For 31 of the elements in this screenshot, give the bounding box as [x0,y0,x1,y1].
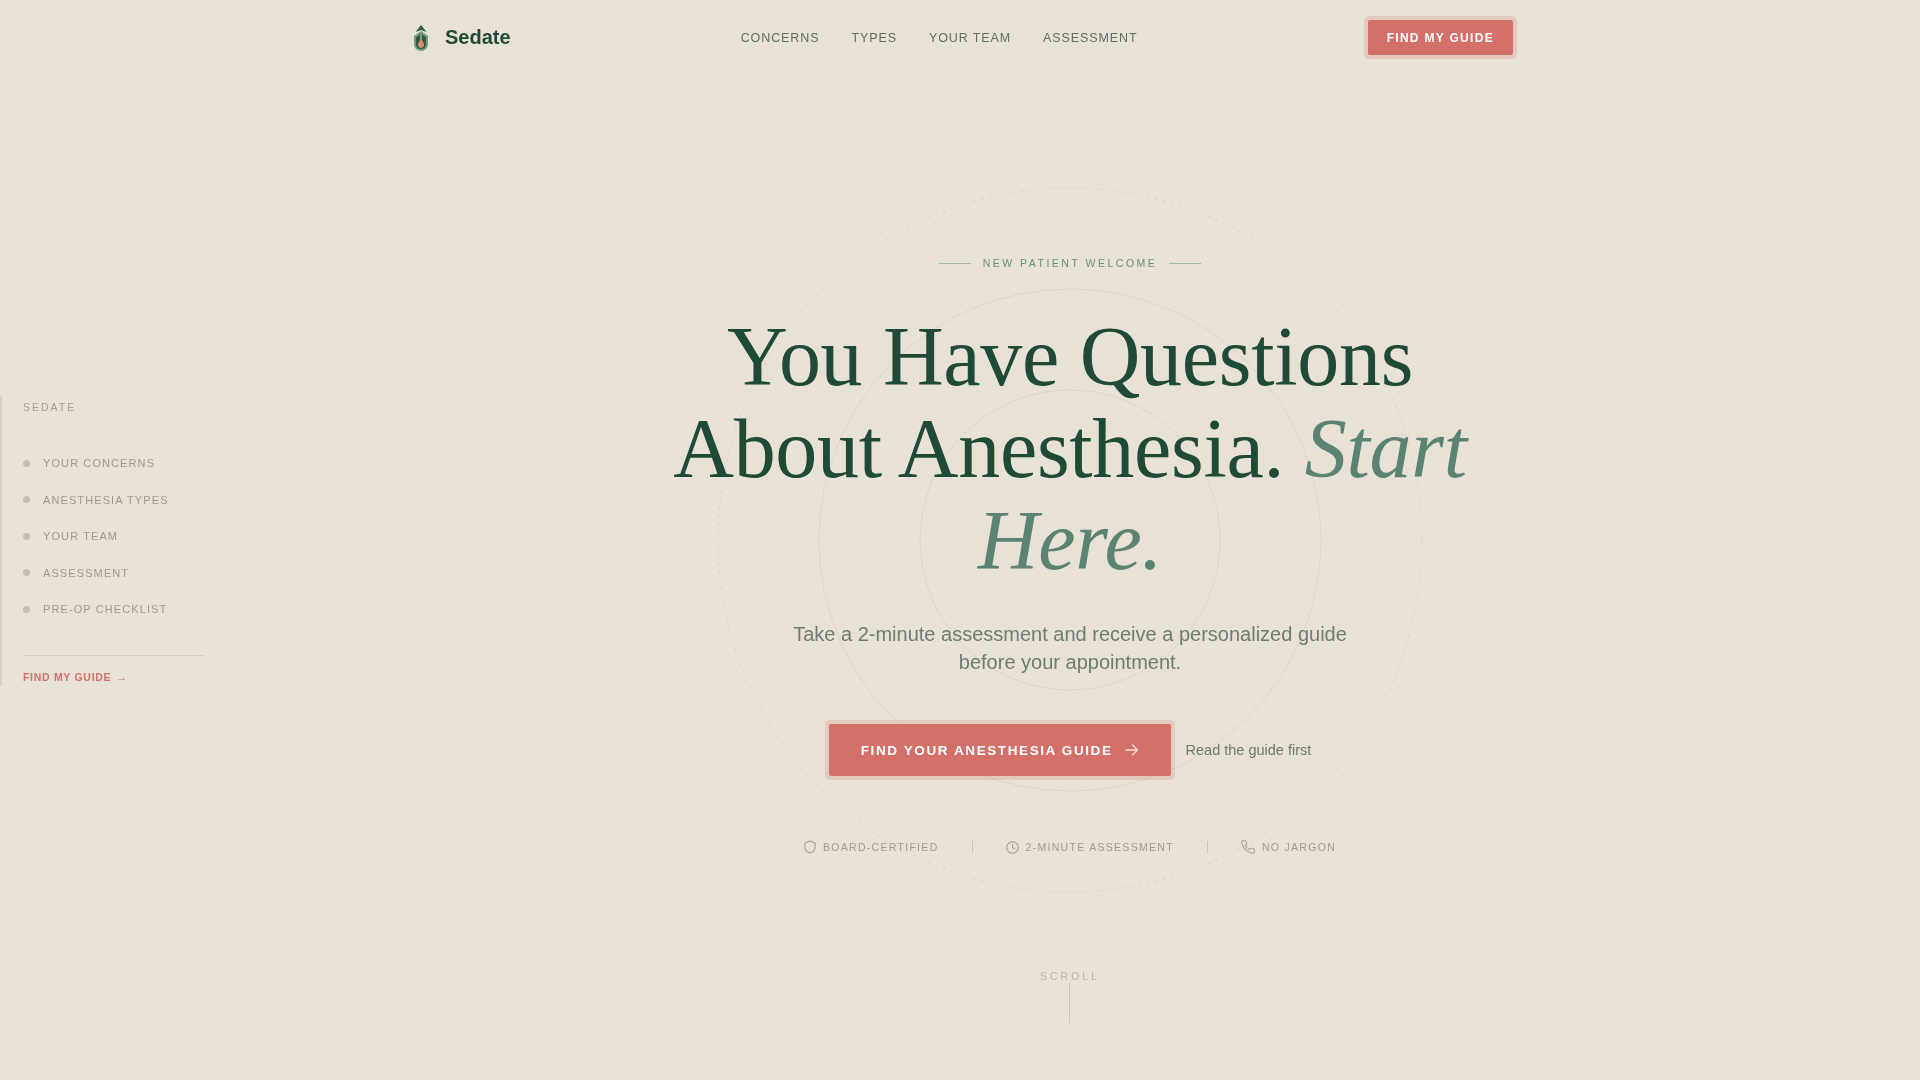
bullet-dot-icon [23,569,30,577]
clock-icon [1005,840,1019,854]
sidebar-item[interactable]: PRE-OP CHECKLIST [23,591,204,628]
logo-icon [413,24,429,51]
arrow-right-icon [1124,744,1139,756]
eyebrow-label: NEW PATIENT WELCOME [982,256,1158,270]
sidebar-item[interactable]: YOUR CONCERNS [23,445,204,482]
nav-link[interactable]: TYPES [851,29,897,46]
find-anesthesia-guide-button[interactable]: FIND YOUR ANESTHESIA GUIDE [828,724,1171,776]
bullet-dot-icon [23,532,30,540]
find-guide-button[interactable]: FIND MY GUIDE [1367,20,1513,55]
sidebar-item[interactable]: ANESTHESIA TYPES [23,481,204,518]
phone-icon [1240,840,1255,854]
trust-badge-label: BOARD-CERTIFIED [822,840,939,855]
home-logo-link[interactable]: Sedate [413,24,511,51]
nav-link[interactable]: ASSESSMENT [1043,29,1138,46]
find-guide-link[interactable]: FIND MY GUIDE → [23,670,204,684]
bullet-dot-icon [23,605,30,613]
read-guide-link[interactable]: Read the guide first [1185,741,1312,759]
bullet-dot-icon [23,459,30,467]
nav-link[interactable]: CONCERNS [740,29,820,46]
sidebar-item[interactable]: ASSESSMENT [23,554,204,591]
trust-badge-label: NO JARGON [1261,840,1337,855]
nav-link[interactable]: YOUR TEAM [928,29,1012,46]
sidebar-item[interactable]: YOUR TEAM [23,518,204,555]
trust-badge-label: 2-MINUTE ASSESSMENT [1025,840,1174,855]
bullet-dot-icon [23,496,30,504]
hero-headline: You Have Questions About Anesthesia. Start Here. [672,311,1470,587]
sidebar-title: SEDATE [23,401,78,414]
shield-icon [803,840,816,854]
hero-subtitle: Take a 2-minute assessment and receive a personalized guide before your appointment. [792,622,1348,675]
